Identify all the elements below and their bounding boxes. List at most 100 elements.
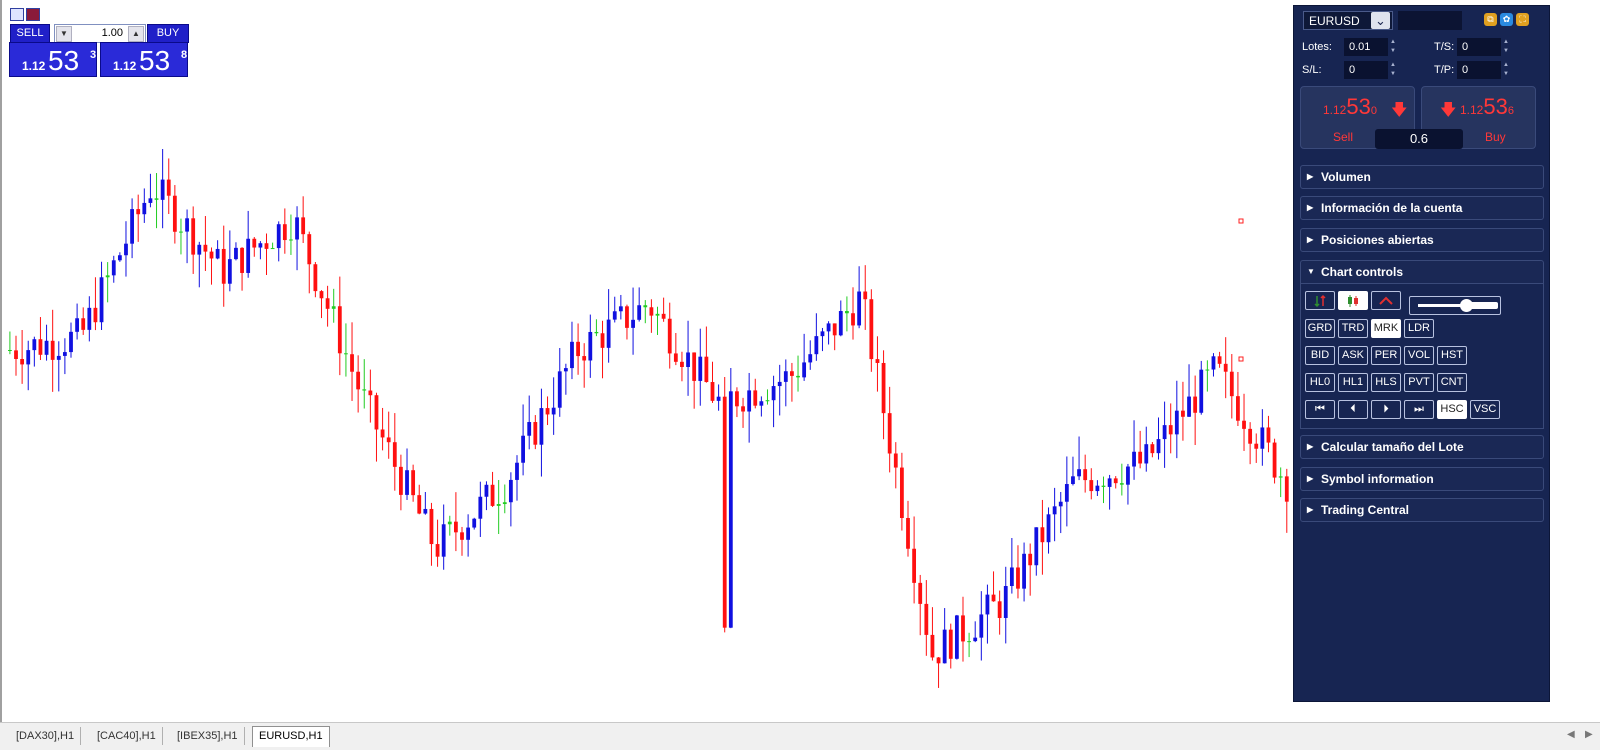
- candlestick-chart[interactable]: [0, 0, 1290, 722]
- window-icon[interactable]: [10, 8, 24, 21]
- sell-price-box[interactable]: 1.12 53 3: [9, 42, 97, 77]
- candle-body: [930, 634, 935, 658]
- candle-body: [252, 238, 257, 248]
- chart-control-button[interactable]: HST: [1437, 346, 1467, 365]
- scroll-right-icon[interactable]: ▶: [1585, 729, 1593, 740]
- candle-body: [655, 313, 660, 316]
- tab-ibex35[interactable]: [IBEX35],H1: [171, 727, 245, 745]
- section-open-positions[interactable]: ▶ Posiciones abiertas: [1300, 228, 1544, 252]
- chart-control-button[interactable]: HL1: [1338, 373, 1368, 392]
- candle-body: [539, 408, 544, 445]
- chart-control-button[interactable]: HLS: [1371, 373, 1401, 392]
- chart-control-button[interactable]: PER: [1371, 346, 1401, 365]
- candle-body: [1236, 396, 1240, 421]
- candle-body: [50, 340, 55, 360]
- lots-spinner[interactable]: ▲ ▼: [1389, 38, 1397, 56]
- chart-control-button[interactable]: ASK: [1338, 346, 1368, 365]
- lot-value[interactable]: 1.00: [102, 27, 123, 39]
- chart-control-button[interactable]: HL0: [1305, 373, 1335, 392]
- chart-control-button[interactable]: ⏵: [1371, 400, 1401, 419]
- candle-body: [124, 243, 128, 256]
- tp-spinner[interactable]: ▲ ▼: [1502, 61, 1510, 79]
- section-trading-central[interactable]: ▶ Trading Central: [1300, 498, 1544, 522]
- chart-control-button[interactable]: PVT: [1404, 373, 1434, 392]
- sell-price-lead: 1.12: [22, 59, 46, 73]
- collapsed-arrow-icon: ▶: [1307, 203, 1314, 212]
- chart-control-button[interactable]: HSC: [1437, 400, 1467, 419]
- chart-tab-bar: [DAX30],H1 [CAC40],H1 [IBEX35],H1 EURUSD…: [0, 722, 1600, 750]
- ts-spinner[interactable]: ▲ ▼: [1502, 38, 1510, 56]
- spread-value: 0.6: [1375, 129, 1463, 149]
- section-chart-controls[interactable]: ▼ Chart controls: [1300, 260, 1544, 284]
- candle-body: [704, 356, 709, 383]
- expanded-arrow-icon: ▼: [1307, 267, 1315, 276]
- tab-cac40[interactable]: [CAC40],H1: [91, 727, 163, 745]
- chart-control-button[interactable]: ⏴: [1338, 400, 1368, 419]
- lot-decrease-button[interactable]: ▼: [56, 26, 72, 42]
- chart-control-button[interactable]: ⏭: [1404, 400, 1434, 419]
- section-symbol-information[interactable]: ▶ Symbol information: [1300, 467, 1544, 491]
- candle-body: [942, 629, 947, 664]
- line-chart-icon[interactable]: [1371, 291, 1401, 310]
- candle-body: [612, 311, 617, 320]
- candle-body: [8, 350, 12, 351]
- chart-settings-icon[interactable]: [26, 8, 40, 21]
- candle-body: [600, 333, 605, 348]
- chart-control-button[interactable]: VOL: [1404, 346, 1434, 365]
- section-volumen[interactable]: ▶ Volumen: [1300, 165, 1544, 189]
- section-lot-calculator[interactable]: ▶ Calcular tamaño del Lote: [1300, 435, 1544, 459]
- buy-price-box[interactable]: 1.12 53 8: [100, 42, 188, 77]
- lot-stepper[interactable]: ▼ 1.00 ▲: [54, 24, 146, 43]
- buy-tile-small: 1.12: [1460, 103, 1484, 117]
- candle-body: [973, 637, 978, 642]
- candle-body: [863, 291, 868, 300]
- chart-control-button[interactable]: LDR: [1404, 319, 1434, 338]
- chart-control-button[interactable]: TRD: [1338, 319, 1368, 338]
- candle-body: [557, 371, 562, 408]
- buy-button[interactable]: BUY: [147, 24, 189, 43]
- gear-icon[interactable]: ✿: [1500, 13, 1513, 26]
- chart-control-button[interactable]: MRK: [1371, 319, 1401, 338]
- tab-dax30[interactable]: [DAX30],H1: [10, 727, 82, 745]
- candle-body: [857, 291, 862, 326]
- candle-body: [1095, 485, 1100, 492]
- candle-body: [350, 354, 354, 372]
- sort-arrows-icon[interactable]: [1305, 291, 1335, 310]
- candle-body: [1156, 439, 1161, 454]
- sl-input[interactable]: 0: [1344, 61, 1388, 79]
- slider-knob[interactable]: [1460, 299, 1473, 312]
- candle-body: [441, 524, 446, 557]
- tab-eurusd[interactable]: EURUSD,H1: [252, 726, 330, 747]
- trade-panel: EURUSD ⌄ ⧉ ✿ ⛶ Lotes: 0.01 ▲ ▼ T/S: 0 ▲ ▼ …: [1293, 5, 1550, 702]
- lots-input[interactable]: 0.01: [1344, 38, 1388, 56]
- chart-control-button[interactable]: CNT: [1437, 373, 1467, 392]
- chart-control-button[interactable]: VSC: [1470, 400, 1500, 419]
- sl-spinner[interactable]: ▲ ▼: [1389, 61, 1397, 79]
- copy-icon[interactable]: ⧉: [1484, 13, 1497, 26]
- ts-input[interactable]: 0: [1457, 38, 1501, 56]
- candle-body: [869, 299, 874, 360]
- chart-marker: [1238, 218, 1244, 224]
- candle-body: [331, 306, 336, 309]
- candle-body: [570, 341, 574, 369]
- sell-button[interactable]: SELL: [10, 24, 50, 43]
- chart-control-button[interactable]: BID: [1305, 346, 1335, 365]
- chart-marker: [1238, 356, 1244, 362]
- zoom-slider[interactable]: [1409, 296, 1501, 315]
- symbol-dropdown-icon[interactable]: ⌄: [1371, 12, 1390, 29]
- chart-control-button[interactable]: GRD: [1305, 319, 1335, 338]
- lot-increase-button[interactable]: ▲: [128, 26, 144, 42]
- candle-body: [967, 641, 971, 643]
- scroll-left-icon[interactable]: ◀: [1567, 729, 1575, 740]
- candles-icon[interactable]: [1338, 291, 1368, 310]
- candle-body: [136, 209, 141, 215]
- buy-price-pip: 8: [181, 49, 188, 61]
- chart-control-button[interactable]: ⏮: [1305, 400, 1335, 419]
- candle-body: [105, 275, 110, 278]
- section-account-info[interactable]: ▶ Información de la cuenta: [1300, 196, 1544, 220]
- tp-input[interactable]: 0: [1457, 61, 1501, 79]
- expand-icon[interactable]: ⛶: [1516, 13, 1529, 26]
- lots-label: Lotes:: [1302, 41, 1332, 53]
- candle-body: [765, 400, 770, 402]
- candle-body: [1174, 410, 1179, 435]
